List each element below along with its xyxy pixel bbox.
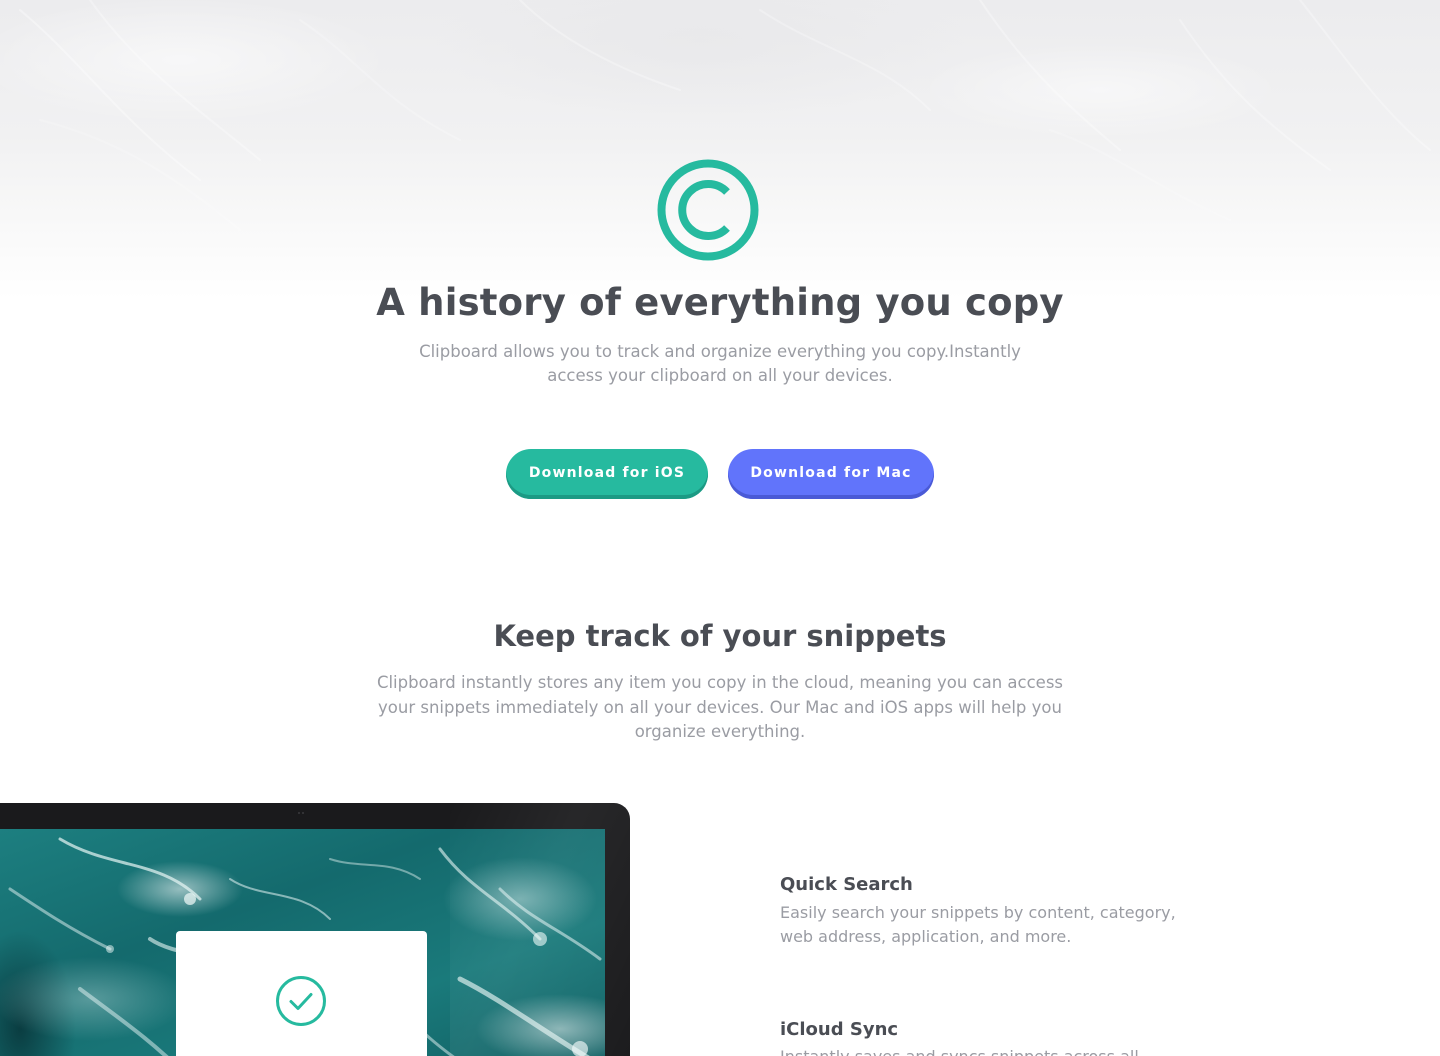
check-circle-icon [276,976,326,1026]
snippets-title: Keep track of your snippets [493,619,947,653]
screen-glare [450,803,630,1056]
snippets-description: Clipboard instantly stores any item you … [376,673,1064,742]
feature-description-icloud-sync: Instantly saves and syncs snippets acros… [780,1045,1180,1056]
download-ios-button[interactable]: Download for iOS [506,449,708,499]
feature-title-icloud-sync: iCloud Sync [780,1019,899,1040]
landing-page: A history of everything you copy Clipboa… [0,0,1440,1056]
camera-dot [298,812,304,815]
download-mac-button[interactable]: Download for Mac [728,449,934,499]
hero-title: A history of everything you copy [376,281,1064,324]
feature-title-quick-search: Quick Search [780,874,913,895]
copyright-icon [657,159,759,261]
feature-description-quick-search: Easily search your snippets by content, … [780,903,1176,946]
hero-description: Clipboard allows you to track and organi… [419,342,1021,385]
